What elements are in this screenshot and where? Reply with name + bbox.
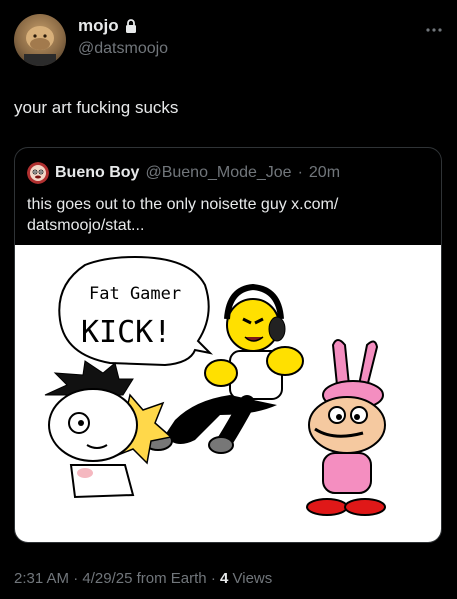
quote-author-handle[interactable]: @Bueno_Mode_Joe (145, 164, 291, 182)
quote-author-name[interactable]: Bueno Boy (55, 164, 139, 182)
author-avatar[interactable] (14, 14, 66, 66)
tweet-time[interactable]: 2:31 AM (14, 570, 69, 587)
quote-separator: · (297, 164, 303, 181)
author-handle[interactable]: @datsmoojo (78, 40, 168, 58)
angry-face-avatar-icon[interactable] (27, 162, 49, 184)
tweet-source: from Earth (136, 570, 207, 587)
author-name[interactable]: mojo (78, 16, 119, 36)
lock-icon (125, 19, 137, 33)
speech-text-line2: KICK! (81, 315, 171, 350)
views-label: Views (232, 570, 273, 587)
quote-time[interactable]: 20m (309, 164, 340, 182)
quoted-tweet[interactable]: Bueno Boy @Bueno_Mode_Joe · 20m this goe… (14, 147, 442, 543)
more-options-icon[interactable] (425, 20, 443, 32)
kicked-character (44, 360, 138, 499)
quote-header: Bueno Boy @Bueno_Mode_Joe · 20m (27, 162, 340, 184)
quote-image[interactable]: Fat Gamer KICK! (15, 245, 441, 542)
speech-text-line1: Fat Gamer (89, 284, 181, 304)
pink-bunny-character (306, 339, 386, 516)
author-name-row: mojo (78, 16, 137, 36)
views-count[interactable]: 4 (220, 570, 228, 587)
tweet-date[interactable]: 4/29/25 (82, 570, 132, 587)
meta-separator-2: · (210, 570, 216, 587)
quote-text[interactable]: this goes out to the only noisette guy x… (27, 194, 427, 236)
tweet-text: your art fucking sucks (14, 98, 179, 117)
tweet-meta: 2:31 AM · 4/29/25 from Earth · 4 Views (14, 570, 272, 587)
meta-separator: · (73, 570, 79, 587)
